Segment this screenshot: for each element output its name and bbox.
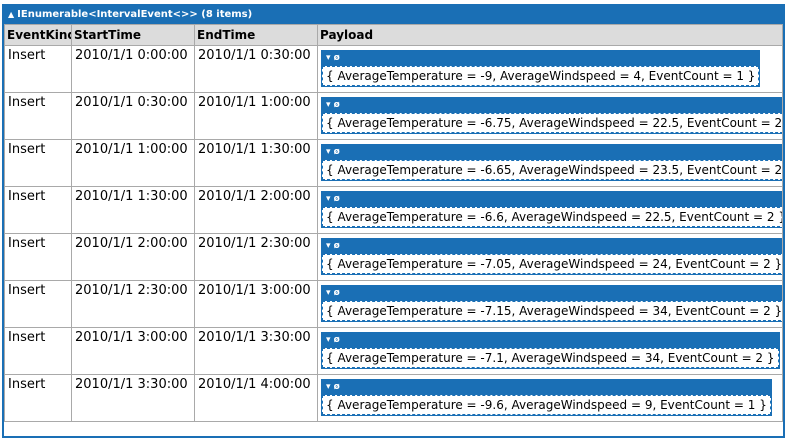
results-table: EventKind StartTime EndTime Payload Inse… [4,24,783,422]
table-row: Insert 2010/1/1 3:30:00 2010/1/1 4:00:00 ▾ … [4,374,783,422]
table-row: Insert 2010/1/1 2:30:00 2010/1/1 3:00:00 ▾ … [4,280,783,328]
column-header-starttime: StartTime [71,24,195,46]
payload-expander[interactable]: ▾ ø [322,380,771,395]
payload-value: { AverageTemperature = -6.65, AverageWin… [322,160,782,180]
table-row: Insert 2010/1/1 2:00:00 2010/1/1 2:30:00 ▾ … [4,233,783,281]
payload-value: { AverageTemperature = -9, AverageWindsp… [322,66,760,86]
cell-payload: ▾ ø{ AverageTemperature = -6.6, AverageW… [317,186,783,234]
cell-endtime: 2010/1/1 3:30:00 [194,327,318,375]
payload-value: { AverageTemperature = -6.6, AverageWind… [322,207,782,227]
payload-expander[interactable]: ▾ ø [322,98,782,113]
cell-payload: ▾ ø{ AverageTemperature = -7.15, Average… [317,280,783,328]
cell-endtime: 2010/1/1 4:00:00 [194,374,318,422]
cell-starttime: 2010/1/1 1:30:00 [71,186,195,234]
table-row: Insert 2010/1/1 0:30:00 2010/1/1 1:00:00 ▾ … [4,92,783,140]
cell-eventkind: Insert [4,374,72,422]
cell-starttime: 2010/1/1 1:00:00 [71,139,195,187]
payload-value: { AverageTemperature = -7.1, AverageWind… [322,348,779,368]
payload-value: { AverageTemperature = -9.6, AverageWind… [322,395,771,415]
cell-endtime: 2010/1/1 2:00:00 [194,186,318,234]
cell-endtime: 2010/1/1 3:00:00 [194,280,318,328]
cell-payload: ▾ ø{ AverageTemperature = -9.6, AverageW… [317,374,783,422]
payload-expander[interactable]: ▾ ø [322,333,779,348]
cell-endtime: 2010/1/1 1:30:00 [194,139,318,187]
cell-eventkind: Insert [4,45,72,93]
payload-object: ▾ ø{ AverageTemperature = -7.15, Average… [321,285,782,322]
cell-starttime: 2010/1/1 3:00:00 [71,327,195,375]
cell-eventkind: Insert [4,186,72,234]
cell-starttime: 2010/1/1 2:00:00 [71,233,195,281]
payload-expander[interactable]: ▾ ø [322,51,760,66]
column-header-eventkind: EventKind [4,24,72,46]
payload-object: ▾ ø{ AverageTemperature = -6.6, AverageW… [321,191,782,228]
column-header-payload: Payload [317,24,783,46]
cell-endtime: 2010/1/1 2:30:00 [194,233,318,281]
cell-eventkind: Insert [4,327,72,375]
cell-starttime: 2010/1/1 0:30:00 [71,92,195,140]
cell-payload: ▾ ø{ AverageTemperature = -6.75, Average… [317,92,783,140]
payload-value: { AverageTemperature = -7.15, AverageWin… [322,301,782,321]
table-row: Insert 2010/1/1 1:00:00 2010/1/1 1:30:00 ▾ … [4,139,783,187]
payload-expander[interactable]: ▾ ø [322,145,782,160]
result-title: IEnumerable<IntervalEvent<>> (8 items) [17,9,253,20]
cell-payload: ▾ ø{ AverageTemperature = -7.05, Average… [317,233,783,281]
column-header-endtime: EndTime [194,24,318,46]
cell-starttime: 2010/1/1 0:00:00 [71,45,195,93]
header-row: EventKind StartTime EndTime Payload [4,24,783,46]
cell-payload: ▾ ø{ AverageTemperature = -7.1, AverageW… [317,327,783,375]
cell-starttime: 2010/1/1 2:30:00 [71,280,195,328]
payload-object: ▾ ø{ AverageTemperature = -7.1, AverageW… [321,332,780,369]
result-panel: ▲ IEnumerable<IntervalEvent<>> (8 items) … [2,4,785,438]
payload-object: ▾ ø{ AverageTemperature = -6.75, Average… [321,97,782,134]
cell-payload: ▾ ø{ AverageTemperature = -6.65, Average… [317,139,783,187]
payload-object: ▾ ø{ AverageTemperature = -7.05, Average… [321,238,782,275]
cell-endtime: 2010/1/1 0:30:00 [194,45,318,93]
cell-payload: ▾ ø{ AverageTemperature = -9, AverageWin… [317,45,783,93]
table-row: Insert 2010/1/1 1:30:00 2010/1/1 2:00:00 ▾ … [4,186,783,234]
payload-object: ▾ ø{ AverageTemperature = -9.6, AverageW… [321,379,772,416]
collapse-triangle-icon[interactable]: ▲ [8,10,14,19]
table-row: Insert 2010/1/1 0:00:00 2010/1/1 0:30:00 ▾ … [4,45,783,93]
cell-eventkind: Insert [4,233,72,281]
result-title-bar[interactable]: ▲ IEnumerable<IntervalEvent<>> (8 items) [4,6,783,24]
payload-object: ▾ ø{ AverageTemperature = -6.65, Average… [321,144,782,181]
cell-endtime: 2010/1/1 1:00:00 [194,92,318,140]
payload-expander[interactable]: ▾ ø [322,286,782,301]
payload-expander[interactable]: ▾ ø [322,192,782,207]
cell-eventkind: Insert [4,139,72,187]
cell-eventkind: Insert [4,280,72,328]
cell-eventkind: Insert [4,92,72,140]
payload-object: ▾ ø{ AverageTemperature = -9, AverageWin… [321,50,761,87]
payload-value: { AverageTemperature = -6.75, AverageWin… [322,113,782,133]
payload-expander[interactable]: ▾ ø [322,239,782,254]
table-row: Insert 2010/1/1 3:00:00 2010/1/1 3:30:00 ▾ … [4,327,783,375]
payload-value: { AverageTemperature = -7.05, AverageWin… [322,254,782,274]
cell-starttime: 2010/1/1 3:30:00 [71,374,195,422]
